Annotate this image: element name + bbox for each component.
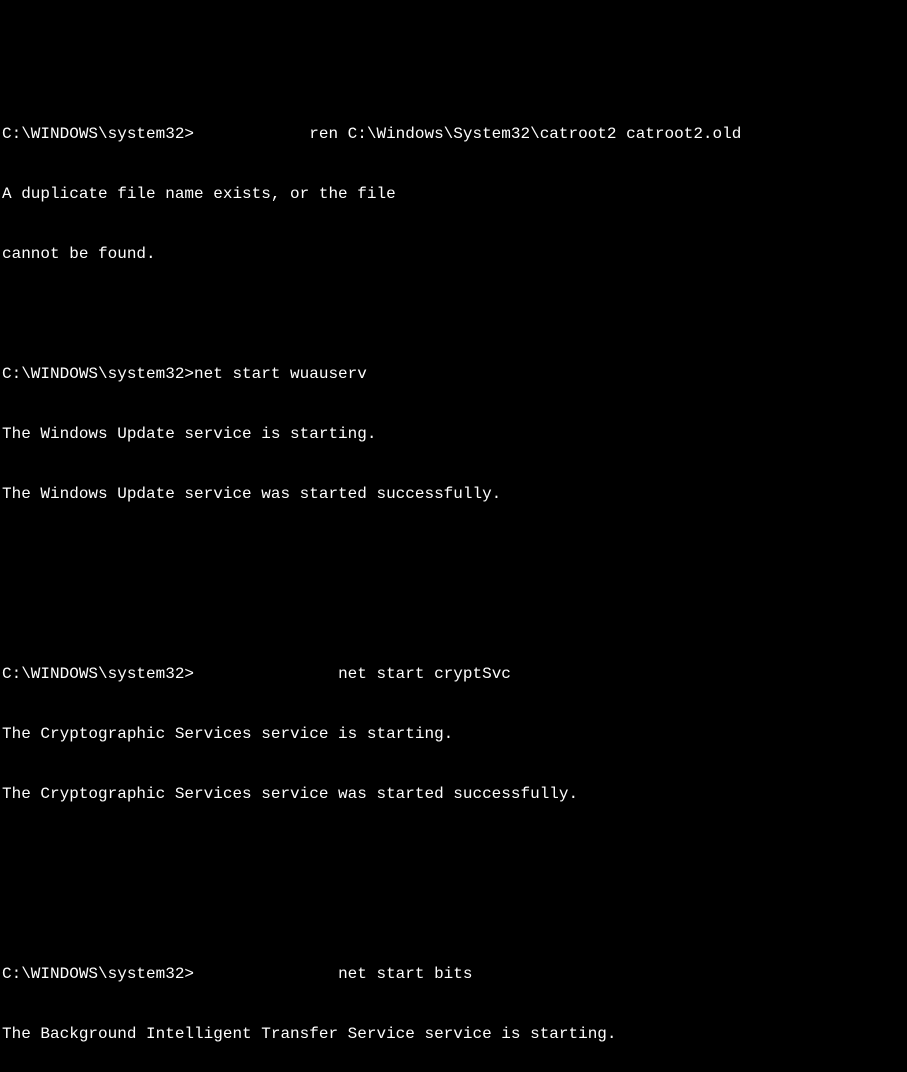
output-line: The Cryptographic Services service is st… (2, 724, 905, 744)
command-text: net start wuauserv (194, 365, 367, 383)
command-line: C:\WINDOWS\system32> net start cryptSvc (2, 664, 905, 684)
command-spacing (194, 665, 338, 683)
output-line: A duplicate file name exists, or the fil… (2, 184, 905, 204)
output-line: The Windows Update service is starting. (2, 424, 905, 444)
prompt: C:\WINDOWS\system32> (2, 965, 194, 983)
output-line: The Windows Update service was started s… (2, 484, 905, 504)
blank-line (2, 304, 905, 324)
command-text: net start bits (338, 965, 472, 983)
blank-line (2, 904, 905, 924)
command-spacing (194, 965, 338, 983)
command-spacing (194, 125, 309, 143)
prompt: C:\WINDOWS\system32> (2, 665, 194, 683)
blank-line (2, 844, 905, 864)
terminal-window[interactable]: C:\WINDOWS\system32> ren C:\Windows\Syst… (2, 84, 905, 612)
command-line: C:\WINDOWS\system32> ren C:\Windows\Syst… (2, 124, 905, 144)
output-line: The Background Intelligent Transfer Serv… (2, 1024, 905, 1044)
blank-line (2, 544, 905, 564)
blank-line (2, 604, 905, 624)
command-line: C:\WINDOWS\system32>net start wuauserv (2, 364, 905, 384)
command-line: C:\WINDOWS\system32> net start bits (2, 964, 905, 984)
prompt: C:\WINDOWS\system32> (2, 125, 194, 143)
output-line: The Cryptographic Services service was s… (2, 784, 905, 804)
output-line: cannot be found. (2, 244, 905, 264)
command-text: net start cryptSvc (338, 665, 511, 683)
command-text: ren C:\Windows\System32\catroot2 catroot… (309, 125, 741, 143)
prompt: C:\WINDOWS\system32> (2, 365, 194, 383)
